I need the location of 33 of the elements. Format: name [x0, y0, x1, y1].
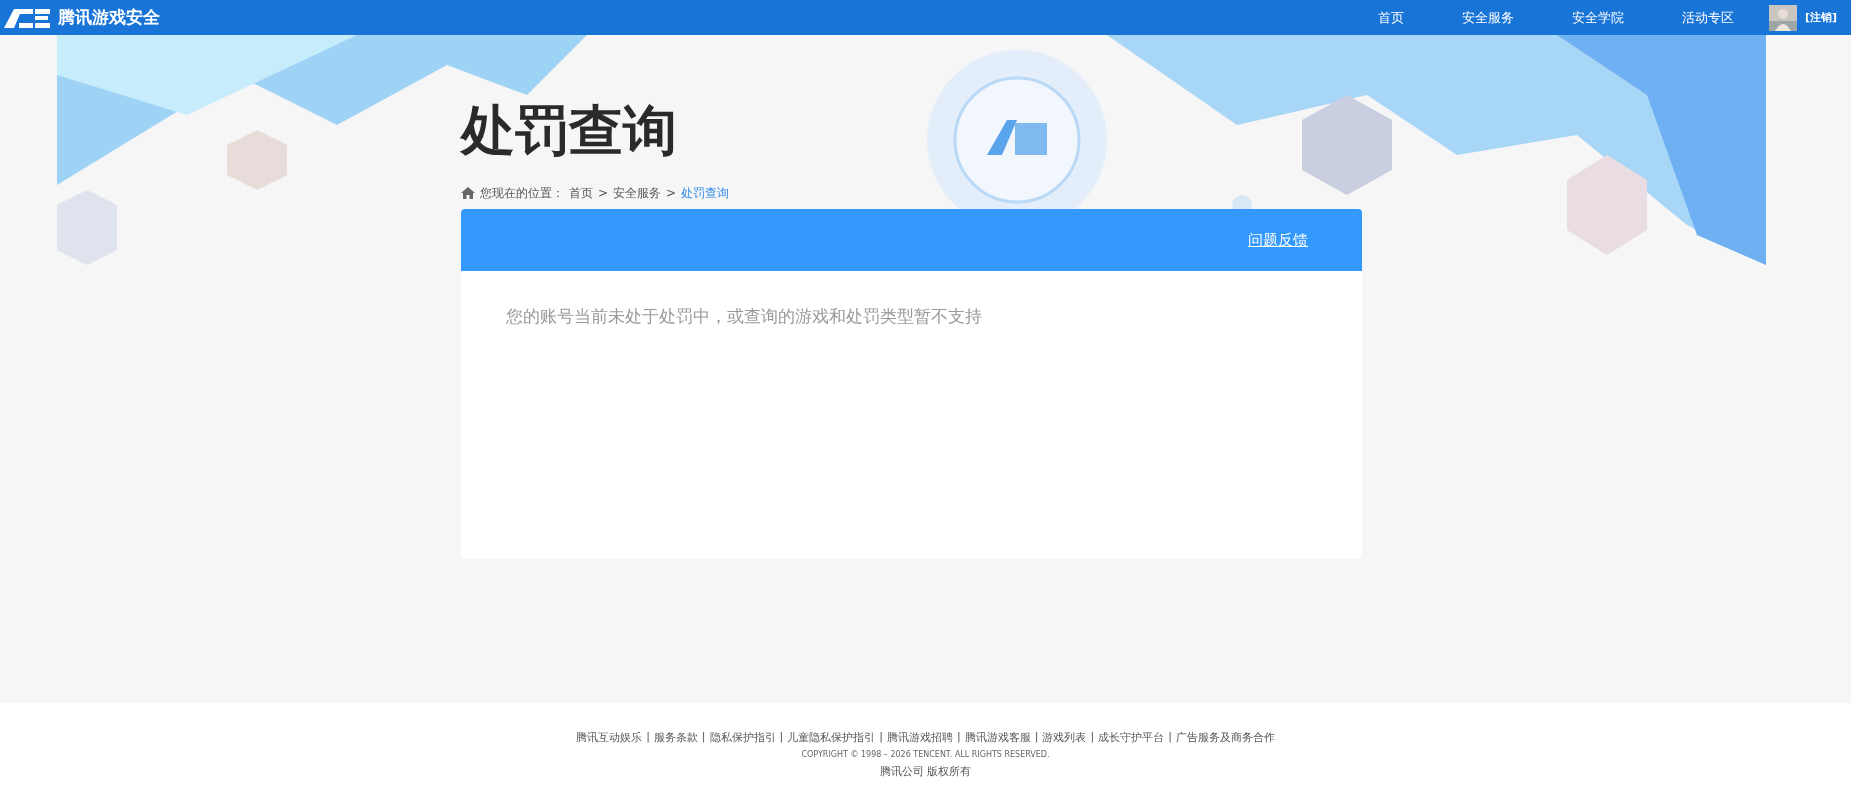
footer-separator: |: [701, 730, 706, 745]
footer-separator: |: [957, 730, 961, 745]
nav-link[interactable]: 首页: [1377, 8, 1433, 27]
footer-link[interactable]: 腾讯游戏招聘: [887, 730, 953, 745]
footer-link[interactable]: 成长守护平台: [1098, 730, 1165, 745]
footer-separator: |: [1034, 730, 1039, 745]
brand-name: 腾讯游戏安全: [58, 6, 160, 29]
home-icon: [461, 187, 475, 199]
page-title: 处罚查询: [461, 98, 678, 164]
footer-link[interactable]: 儿童隐私保护指引: [787, 730, 876, 745]
breadcrumb-separator: >: [666, 186, 677, 200]
breadcrumb-separator: >: [598, 186, 609, 200]
footer-link[interactable]: 广告服务及商务合作: [1175, 730, 1275, 745]
footer-separator: |: [779, 730, 784, 745]
footer-separator: |: [646, 730, 650, 745]
footer-separator: |: [1168, 730, 1172, 745]
footer-link[interactable]: 隐私保护指引: [709, 730, 776, 745]
footer-link[interactable]: 腾讯互动娱乐: [576, 730, 643, 745]
breadcrumb-label: 您现在的位置：: [480, 184, 564, 202]
nav-link[interactable]: 安全服务: [1432, 8, 1543, 27]
breadcrumb-link[interactable]: 安全服务: [613, 184, 662, 202]
logout-link[interactable]: [注销]: [1804, 10, 1837, 25]
footer-link[interactable]: 游戏列表: [1042, 730, 1087, 745]
copyright-text: COPYRIGHT © 1998 – 2026 TENCENT. ALL RIGHTS RESERVED.: [801, 750, 1050, 759]
status-message: 您的账号当前未处于处罚中，或查询的游戏和处罚类型暂不支持: [506, 305, 983, 328]
footer-separator: |: [1090, 730, 1095, 745]
footer-link[interactable]: 腾讯游戏客服: [964, 730, 1031, 745]
footer-link[interactable]: 服务条款: [653, 730, 698, 745]
breadcrumb-link[interactable]: 首页: [569, 184, 593, 202]
company-text: 腾讯公司 版权所有: [879, 764, 972, 779]
nav-link[interactable]: 活动专区: [1652, 8, 1763, 27]
nav-link[interactable]: 安全学院: [1542, 8, 1653, 27]
footer-separator: |: [879, 730, 883, 745]
